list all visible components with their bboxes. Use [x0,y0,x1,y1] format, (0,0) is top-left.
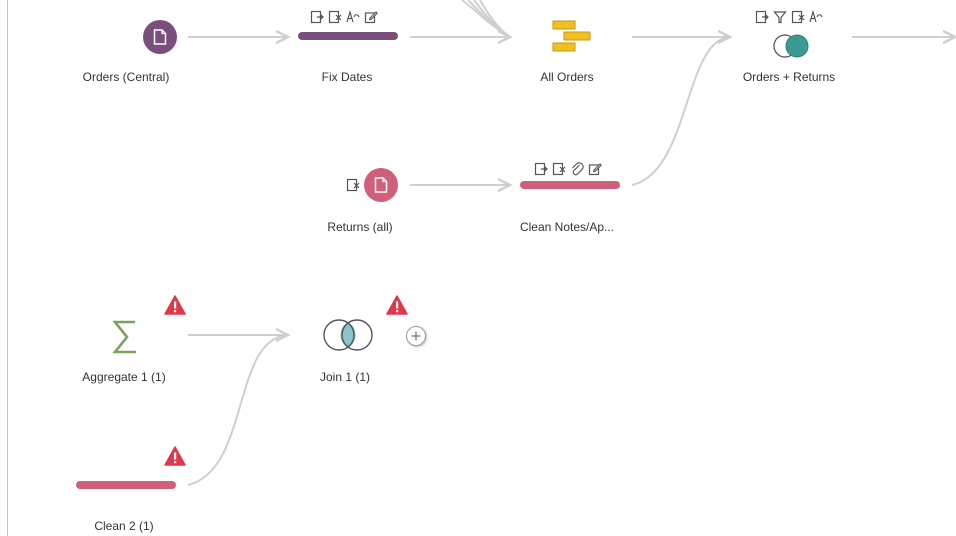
add-field-icon [310,10,324,24]
clean-notes-label: Clean Notes/Ap... [519,220,615,234]
attachment-icon [572,162,584,176]
warning-icon[interactable] [164,295,186,315]
orders-returns-label: Orders + Returns [742,70,836,84]
clean-2-label: Clean 2 (1) [94,519,154,533]
orders-returns-change-icons [755,10,823,24]
orders-returns-node[interactable] [772,33,812,59]
all-orders-label: All Orders [540,70,594,84]
returns-all-node[interactable] [364,168,398,202]
rename-icon [346,10,360,23]
join-1-label: Join 1 (1) [319,370,371,384]
remove-field-icon [328,10,342,24]
flow-canvas[interactable]: Orders (Central) Fix Dates All Orders Or… [0,0,956,536]
all-orders-node[interactable] [550,19,592,53]
sigma-icon [112,320,136,354]
edit-icon [364,11,378,24]
fix-dates-label: Fix Dates [321,70,373,84]
remove-field-icon [791,10,805,24]
warning-icon[interactable] [386,295,408,315]
clean-2-node[interactable] [76,481,176,489]
link-clean2-to-join1 [187,334,289,486]
remove-field-icon [552,162,566,176]
join-1-node[interactable] [320,318,376,352]
filter-icon [773,11,787,24]
clean-notes-node[interactable] [520,181,620,189]
edit-icon [588,163,602,176]
orders-central-node[interactable] [143,20,177,54]
plus-icon [411,331,421,341]
remove-field-icon [346,178,360,192]
orders-central-label: Orders (Central) [82,70,170,84]
link-cleannotes-to-join [631,36,731,186]
join-icon [323,319,373,351]
file-icon [374,177,388,193]
returns-all-label: Returns (all) [327,220,393,234]
union-icon [552,20,591,52]
add-step-button[interactable] [406,326,426,346]
aggregate-1-label: Aggregate 1 (1) [82,370,166,384]
file-icon [153,29,167,45]
add-field-icon [534,162,548,176]
clean-notes-change-icons [534,162,602,176]
join-icon [773,34,809,58]
add-field-icon [755,10,769,24]
rename-icon [809,10,823,23]
fix-dates-node[interactable] [298,32,398,40]
warning-icon[interactable] [164,446,186,466]
aggregate-1-node[interactable] [108,317,142,357]
fix-dates-change-icons [310,10,378,24]
